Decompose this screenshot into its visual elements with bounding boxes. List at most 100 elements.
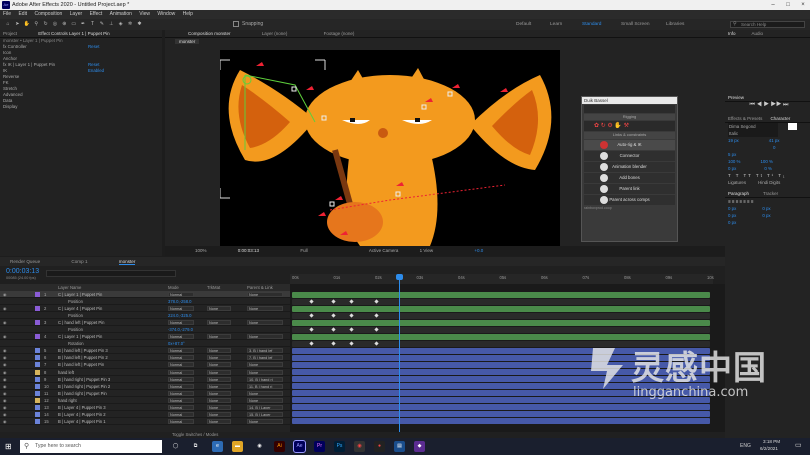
layer-row[interactable]: ◉ 2 C | Layer 4 | Puppet Pin Normal None None — [0, 305, 290, 313]
parent-dropdown[interactable]: None — [247, 362, 283, 368]
duik-button[interactable]: Animation blender — [584, 162, 675, 172]
layer-name[interactable]: B | hand left | Puppet Pin 2 — [58, 354, 108, 361]
pen-tool-icon[interactable]: ✒ — [79, 19, 87, 30]
visibility-eye-icon[interactable]: ◉ — [3, 319, 7, 326]
menu-file[interactable]: File — [3, 11, 11, 17]
taskbar-date[interactable]: 6/2/2021 — [760, 446, 778, 451]
duik-button[interactable]: Connector — [584, 151, 675, 161]
trkmat-dropdown[interactable]: None — [207, 418, 231, 424]
layer-row[interactable]: ◉ 3 C | hand left | Puppet Pin Normal None No… — [0, 319, 290, 327]
layer-name[interactable]: B | hand right | Puppet Pin 3 — [58, 376, 110, 383]
label-color-swatch[interactable] — [35, 369, 40, 375]
indent-right-value[interactable]: 0 px — [762, 206, 770, 211]
property-row[interactable]: Position 224.0,-325.0 — [0, 312, 290, 320]
paragraph-align-buttons[interactable]: ≡ ≡ ≡ ≡ ≡ ≡ ≡ — [725, 198, 810, 205]
property-row[interactable]: Position 378.0,-258.0 — [0, 298, 290, 306]
time-ruler[interactable]: 00s 01s 02s 03s 04s 05s 06s 07s 08s 09s 10s — [290, 274, 714, 284]
label-color-swatch[interactable] — [35, 411, 40, 417]
label-color-swatch[interactable] — [35, 383, 40, 389]
ligatures-checkbox[interactable]: Ligatures — [728, 180, 746, 185]
zoom-tool-icon[interactable]: ⚲ — [32, 19, 40, 30]
font-family-dropdown[interactable]: Dima Segond — [728, 123, 778, 130]
layer-name[interactable]: B | hand right | Puppet Pin — [58, 390, 107, 397]
roto-tool-icon[interactable]: ✲ — [126, 19, 134, 30]
font-style-dropdown[interactable]: Italic — [728, 130, 778, 137]
type-tool-icon[interactable]: T — [89, 19, 97, 30]
menu-animation[interactable]: Animation — [110, 11, 132, 17]
snapping-checkbox[interactable] — [233, 21, 239, 27]
edge-browser-icon[interactable]: e — [212, 441, 223, 452]
parent-dropdown[interactable]: None — [247, 334, 283, 340]
layer-name[interactable]: B | hand left | Puppet Pin 3 — [58, 347, 108, 354]
first-indent-value[interactable]: 0 px — [728, 220, 736, 225]
visibility-eye-icon[interactable]: ◉ — [3, 390, 7, 397]
layer-duration-bar[interactable] — [292, 319, 710, 326]
menu-view[interactable]: View — [139, 11, 150, 17]
timeline-search-input[interactable] — [46, 270, 176, 277]
property-value[interactable]: 378.0,-258.0 — [168, 298, 192, 305]
property-value[interactable]: 224.0,-325.0 — [168, 312, 192, 319]
layer-row[interactable]: ◉ 6 B | hand left | Puppet Pin 2 Normal None… — [0, 354, 290, 362]
layer-row[interactable]: ◉ 7 B | hand left | Puppet Pin Normal None No… — [0, 361, 290, 369]
property-value[interactable]: 0x+87.0° — [168, 340, 185, 347]
baseline-value[interactable]: 0 px — [728, 166, 736, 171]
brush-tool-icon[interactable]: ✎ — [98, 19, 106, 30]
tab-effect-layer[interactable]: Layer 1 | Puppet Pin — [69, 31, 110, 36]
illustrator-icon[interactable]: Ai — [274, 441, 285, 452]
fill-color-swatch[interactable] — [788, 123, 797, 131]
parent-dropdown[interactable]: None — [247, 369, 283, 375]
camera-dropdown[interactable]: Active Camera — [369, 248, 399, 253]
text-style-buttons[interactable]: T T TT Tt T¹ T₁ — [725, 172, 810, 179]
app-icon-blue[interactable]: ▤ — [394, 441, 405, 452]
trkmat-dropdown[interactable]: None — [207, 383, 231, 389]
blend-mode-dropdown[interactable]: Normal — [168, 348, 194, 354]
workspace-small-screen[interactable]: Small Screen — [621, 19, 650, 30]
trkmat-dropdown[interactable]: None — [207, 306, 231, 312]
trkmat-dropdown[interactable]: None — [207, 397, 231, 403]
parent-dropdown[interactable]: None — [247, 292, 283, 297]
chrome-icon[interactable]: ◉ — [254, 441, 265, 452]
visibility-eye-icon[interactable]: ◉ — [3, 404, 7, 411]
blend-mode-dropdown[interactable]: Normal — [168, 355, 194, 361]
layer-row[interactable]: ◉ 5 B | hand left | Puppet Pin 3 Normal None… — [0, 347, 290, 355]
layer-name[interactable]: C | hand left | Puppet Pin — [58, 319, 104, 326]
stroke-width-value[interactable]: 5 px — [728, 152, 736, 157]
parent-dropdown[interactable]: 7. B | hand lef — [247, 355, 283, 361]
label-color-swatch[interactable] — [35, 376, 40, 382]
parent-dropdown[interactable]: None — [247, 320, 283, 326]
font-size-value[interactable]: 19 px — [728, 138, 739, 143]
space-before-value[interactable]: 0 px — [728, 213, 736, 218]
menu-window[interactable]: Window — [157, 11, 175, 17]
property-row[interactable]: Rotation 0x+87.0° — [0, 340, 290, 348]
col-parent[interactable]: Parent & Link — [247, 284, 273, 291]
visibility-eye-icon[interactable]: ◉ — [3, 418, 7, 425]
parent-dropdown[interactable]: 11. B | hand ri — [247, 383, 283, 389]
tab-project[interactable]: Project — [3, 31, 17, 36]
col-mode[interactable]: Mode — [168, 284, 179, 291]
paragraph-label[interactable]: Paragraph — [728, 191, 749, 196]
workspace-libraries[interactable]: Libraries — [666, 19, 684, 30]
parent-dropdown[interactable]: None — [247, 397, 283, 403]
menu-effect[interactable]: Effect — [90, 11, 103, 17]
menu-help[interactable]: Help — [183, 11, 193, 17]
blend-mode-dropdown[interactable]: Normal — [168, 397, 194, 403]
minimize-icon[interactable]: – — [766, 0, 780, 10]
language-indicator[interactable]: ENG — [740, 440, 751, 453]
eraser-tool-icon[interactable]: ◈ — [117, 19, 125, 30]
trkmat-dropdown[interactable]: None — [207, 404, 231, 410]
visibility-eye-icon[interactable]: ◉ — [3, 383, 7, 390]
tracker-label[interactable]: Tracker — [763, 191, 778, 196]
viewer-timecode[interactable]: 0:00:03:13 — [238, 248, 259, 253]
property-track[interactable] — [292, 312, 710, 319]
blend-mode-dropdown[interactable]: Normal — [168, 334, 194, 340]
visibility-eye-icon[interactable]: ◉ — [3, 333, 7, 340]
parent-dropdown[interactable]: None — [247, 390, 283, 396]
layer-row[interactable]: ◉ 13 B | Layer 4 | Puppet Pin 3 Normal None 1… — [0, 404, 290, 411]
layer-name[interactable]: C | Layer 1 | Puppet Pin — [58, 333, 102, 340]
col-layer-name[interactable]: Layer Name — [58, 284, 81, 291]
blend-mode-dropdown[interactable]: Normal — [168, 292, 194, 297]
property-track[interactable] — [292, 298, 710, 305]
space-after-value[interactable]: 0 px — [762, 213, 770, 218]
layer-row[interactable]: ◉ 8 hand left Normal None None — [0, 369, 290, 376]
taskbar-time[interactable]: 3:18 PM — [763, 439, 780, 444]
